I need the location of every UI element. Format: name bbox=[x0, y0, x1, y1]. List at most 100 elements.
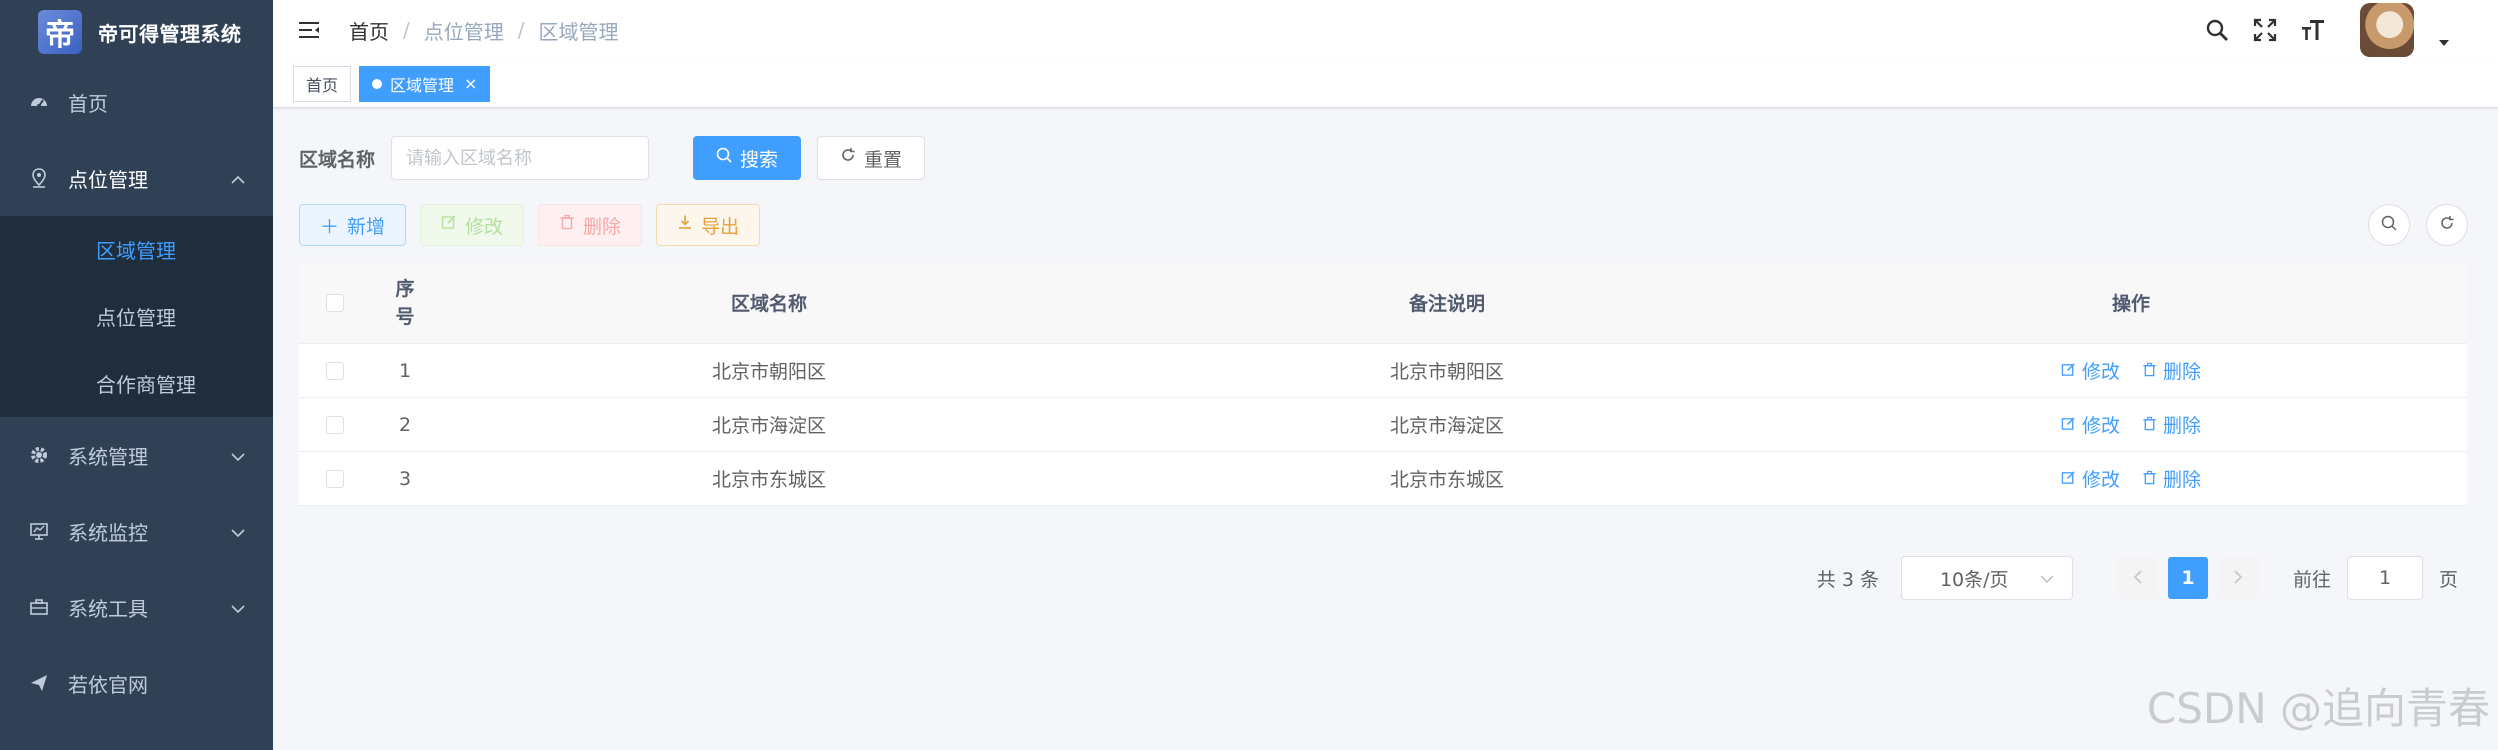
page-size-select[interactable]: 10条/页 bbox=[1900, 556, 2073, 600]
export-button-label: 导出 bbox=[701, 216, 740, 238]
search-form: 区域名称 搜索 重置 bbox=[299, 136, 926, 180]
delete-button-label: 删除 bbox=[583, 216, 622, 238]
header-index-bottom: 号 bbox=[395, 305, 415, 328]
app-title: 帝可得管理系统 bbox=[98, 21, 242, 46]
tag-home[interactable]: 首页 bbox=[293, 65, 352, 102]
logo-icon: 帝 bbox=[38, 10, 82, 54]
font-size-icon[interactable] bbox=[2298, 15, 2328, 45]
trash-icon bbox=[2142, 414, 2157, 436]
search-button-label: 搜索 bbox=[740, 149, 779, 171]
row-checkbox[interactable] bbox=[326, 415, 344, 434]
row-edit-link[interactable]: 修改 bbox=[2061, 357, 2120, 384]
row-delete-link[interactable]: 删除 bbox=[2142, 357, 2201, 384]
row-delete-label: 删除 bbox=[2163, 361, 2202, 383]
header-region-name: 区域名称 bbox=[730, 293, 807, 315]
row-delete-link[interactable]: 删除 bbox=[2142, 411, 2201, 438]
submenu-location: 区域管理 点位管理 合作商管理 bbox=[0, 216, 273, 417]
logo[interactable]: 帝 帝可得管理系统 bbox=[0, 0, 273, 64]
tag-label: 区域管理 bbox=[390, 75, 455, 95]
header-operations: 操作 bbox=[2111, 293, 2150, 315]
sidebar-item-label: 系统管理 bbox=[68, 444, 148, 469]
row-edit-link[interactable]: 修改 bbox=[2061, 411, 2120, 438]
export-button[interactable]: 导出 bbox=[656, 204, 761, 246]
region-table: 序 号 区域名称 备注说明 操作 1 北京市朝阳区 北京市朝阳区 修改 删除 2… bbox=[299, 262, 2467, 506]
chevron-down-icon bbox=[231, 519, 245, 543]
toolbox-icon bbox=[28, 596, 50, 618]
edit-icon bbox=[2061, 360, 2076, 382]
monitor-icon bbox=[28, 520, 50, 542]
goto-suffix: 页 bbox=[2438, 568, 2458, 591]
chevron-left-icon bbox=[2133, 567, 2143, 589]
edit-button[interactable]: 修改 bbox=[420, 204, 525, 246]
row-delete-link[interactable]: 删除 bbox=[2142, 465, 2201, 492]
pagination: 共 3 条 10条/页 1 前往 1 页 bbox=[1817, 556, 2458, 600]
sidebar-item-system[interactable]: 系统管理 bbox=[0, 417, 273, 493]
row-edit-link[interactable]: 修改 bbox=[2061, 465, 2120, 492]
tag-region[interactable]: 区域管理 × bbox=[359, 65, 491, 102]
toggle-search-button[interactable] bbox=[2368, 204, 2410, 246]
sidebar: 帝 帝可得管理系统 首页 点位管理 区域管理 点位管理 合作商管理 系统管理 系… bbox=[0, 0, 273, 750]
breadcrumb: 首页 / 点位管理 / 区域管理 bbox=[349, 16, 619, 45]
table-toolbar: ＋ 新增 修改 删除 导出 bbox=[299, 204, 761, 246]
sidebar-item-label: 系统工具 bbox=[68, 596, 148, 621]
edit-icon bbox=[2061, 468, 2076, 490]
row-operations: 修改 删除 bbox=[1795, 344, 2467, 397]
delete-button[interactable]: 删除 bbox=[538, 204, 643, 246]
table-header: 序 号 区域名称 备注说明 操作 bbox=[299, 262, 2467, 344]
add-button[interactable]: ＋ 新增 bbox=[299, 204, 407, 246]
reset-button[interactable]: 重置 bbox=[817, 136, 926, 180]
table-row: 2 北京市海淀区 北京市海淀区 修改 删除 bbox=[299, 398, 2467, 452]
sidebar-item-monitor[interactable]: 系统监控 bbox=[0, 493, 273, 569]
sidebar-item-point[interactable]: 点位管理 bbox=[0, 283, 273, 350]
caret-down-icon[interactable] bbox=[2438, 32, 2450, 51]
sidebar-item-home[interactable]: 首页 bbox=[0, 64, 273, 140]
trash-icon bbox=[559, 214, 575, 236]
sidebar-item-label: 点位管理 bbox=[68, 167, 148, 192]
user-avatar[interactable] bbox=[2360, 3, 2414, 57]
header-index: 序 号 bbox=[371, 262, 439, 343]
goto-page-input[interactable]: 1 bbox=[2346, 556, 2423, 600]
row-checkbox[interactable] bbox=[326, 361, 344, 380]
sidebar-item-tools[interactable]: 系统工具 bbox=[0, 569, 273, 645]
row-remark: 北京市海淀区 bbox=[1389, 415, 1504, 437]
row-index: 2 bbox=[398, 413, 412, 436]
prev-page-button[interactable] bbox=[2117, 557, 2158, 599]
refresh-button[interactable] bbox=[2426, 204, 2468, 246]
close-icon[interactable]: × bbox=[464, 74, 477, 93]
sidebar-item-region[interactable]: 区域管理 bbox=[0, 216, 273, 283]
row-checkbox[interactable] bbox=[326, 469, 344, 488]
region-name-input[interactable] bbox=[391, 136, 650, 180]
search-button[interactable]: 搜索 bbox=[693, 136, 802, 180]
row-remark: 北京市朝阳区 bbox=[1389, 361, 1504, 383]
page-number-current[interactable]: 1 bbox=[2167, 557, 2208, 599]
trash-icon bbox=[2142, 360, 2157, 382]
row-edit-label: 修改 bbox=[2081, 361, 2120, 383]
row-operations: 修改 删除 bbox=[1795, 452, 2467, 505]
header-checkbox-cell bbox=[299, 262, 371, 343]
sidebar-item-partner[interactable]: 合作商管理 bbox=[0, 350, 273, 417]
row-delete-label: 删除 bbox=[2163, 415, 2202, 437]
select-all-checkbox[interactable] bbox=[326, 293, 344, 312]
add-button-label: 新增 bbox=[347, 216, 386, 238]
fullscreen-icon[interactable] bbox=[2250, 15, 2280, 45]
sidebar-item-website[interactable]: 若依官网 bbox=[0, 645, 273, 721]
search-icon[interactable] bbox=[2202, 15, 2232, 45]
sidebar-item-label: 若依官网 bbox=[68, 672, 148, 697]
header-remark: 备注说明 bbox=[1408, 293, 1485, 315]
right-toolbar bbox=[2368, 204, 2468, 246]
goto-label: 前往 bbox=[2292, 568, 2331, 591]
edit-icon bbox=[2061, 414, 2076, 436]
breadcrumb-separator: / bbox=[517, 18, 525, 42]
refresh-icon bbox=[2439, 215, 2455, 235]
navbar-right bbox=[2202, 0, 2450, 60]
plus-icon: ＋ bbox=[320, 216, 340, 238]
reset-button-label: 重置 bbox=[864, 149, 903, 171]
sidebar-item-location[interactable]: 点位管理 bbox=[0, 140, 273, 216]
row-checkbox-cell bbox=[299, 452, 371, 505]
sidebar-item-label: 系统监控 bbox=[68, 520, 148, 545]
refresh-icon bbox=[840, 147, 856, 169]
active-dot-icon bbox=[372, 78, 383, 89]
next-page-button[interactable] bbox=[2217, 557, 2258, 599]
hamburger-icon[interactable] bbox=[295, 16, 323, 44]
breadcrumb-home[interactable]: 首页 bbox=[349, 16, 389, 45]
